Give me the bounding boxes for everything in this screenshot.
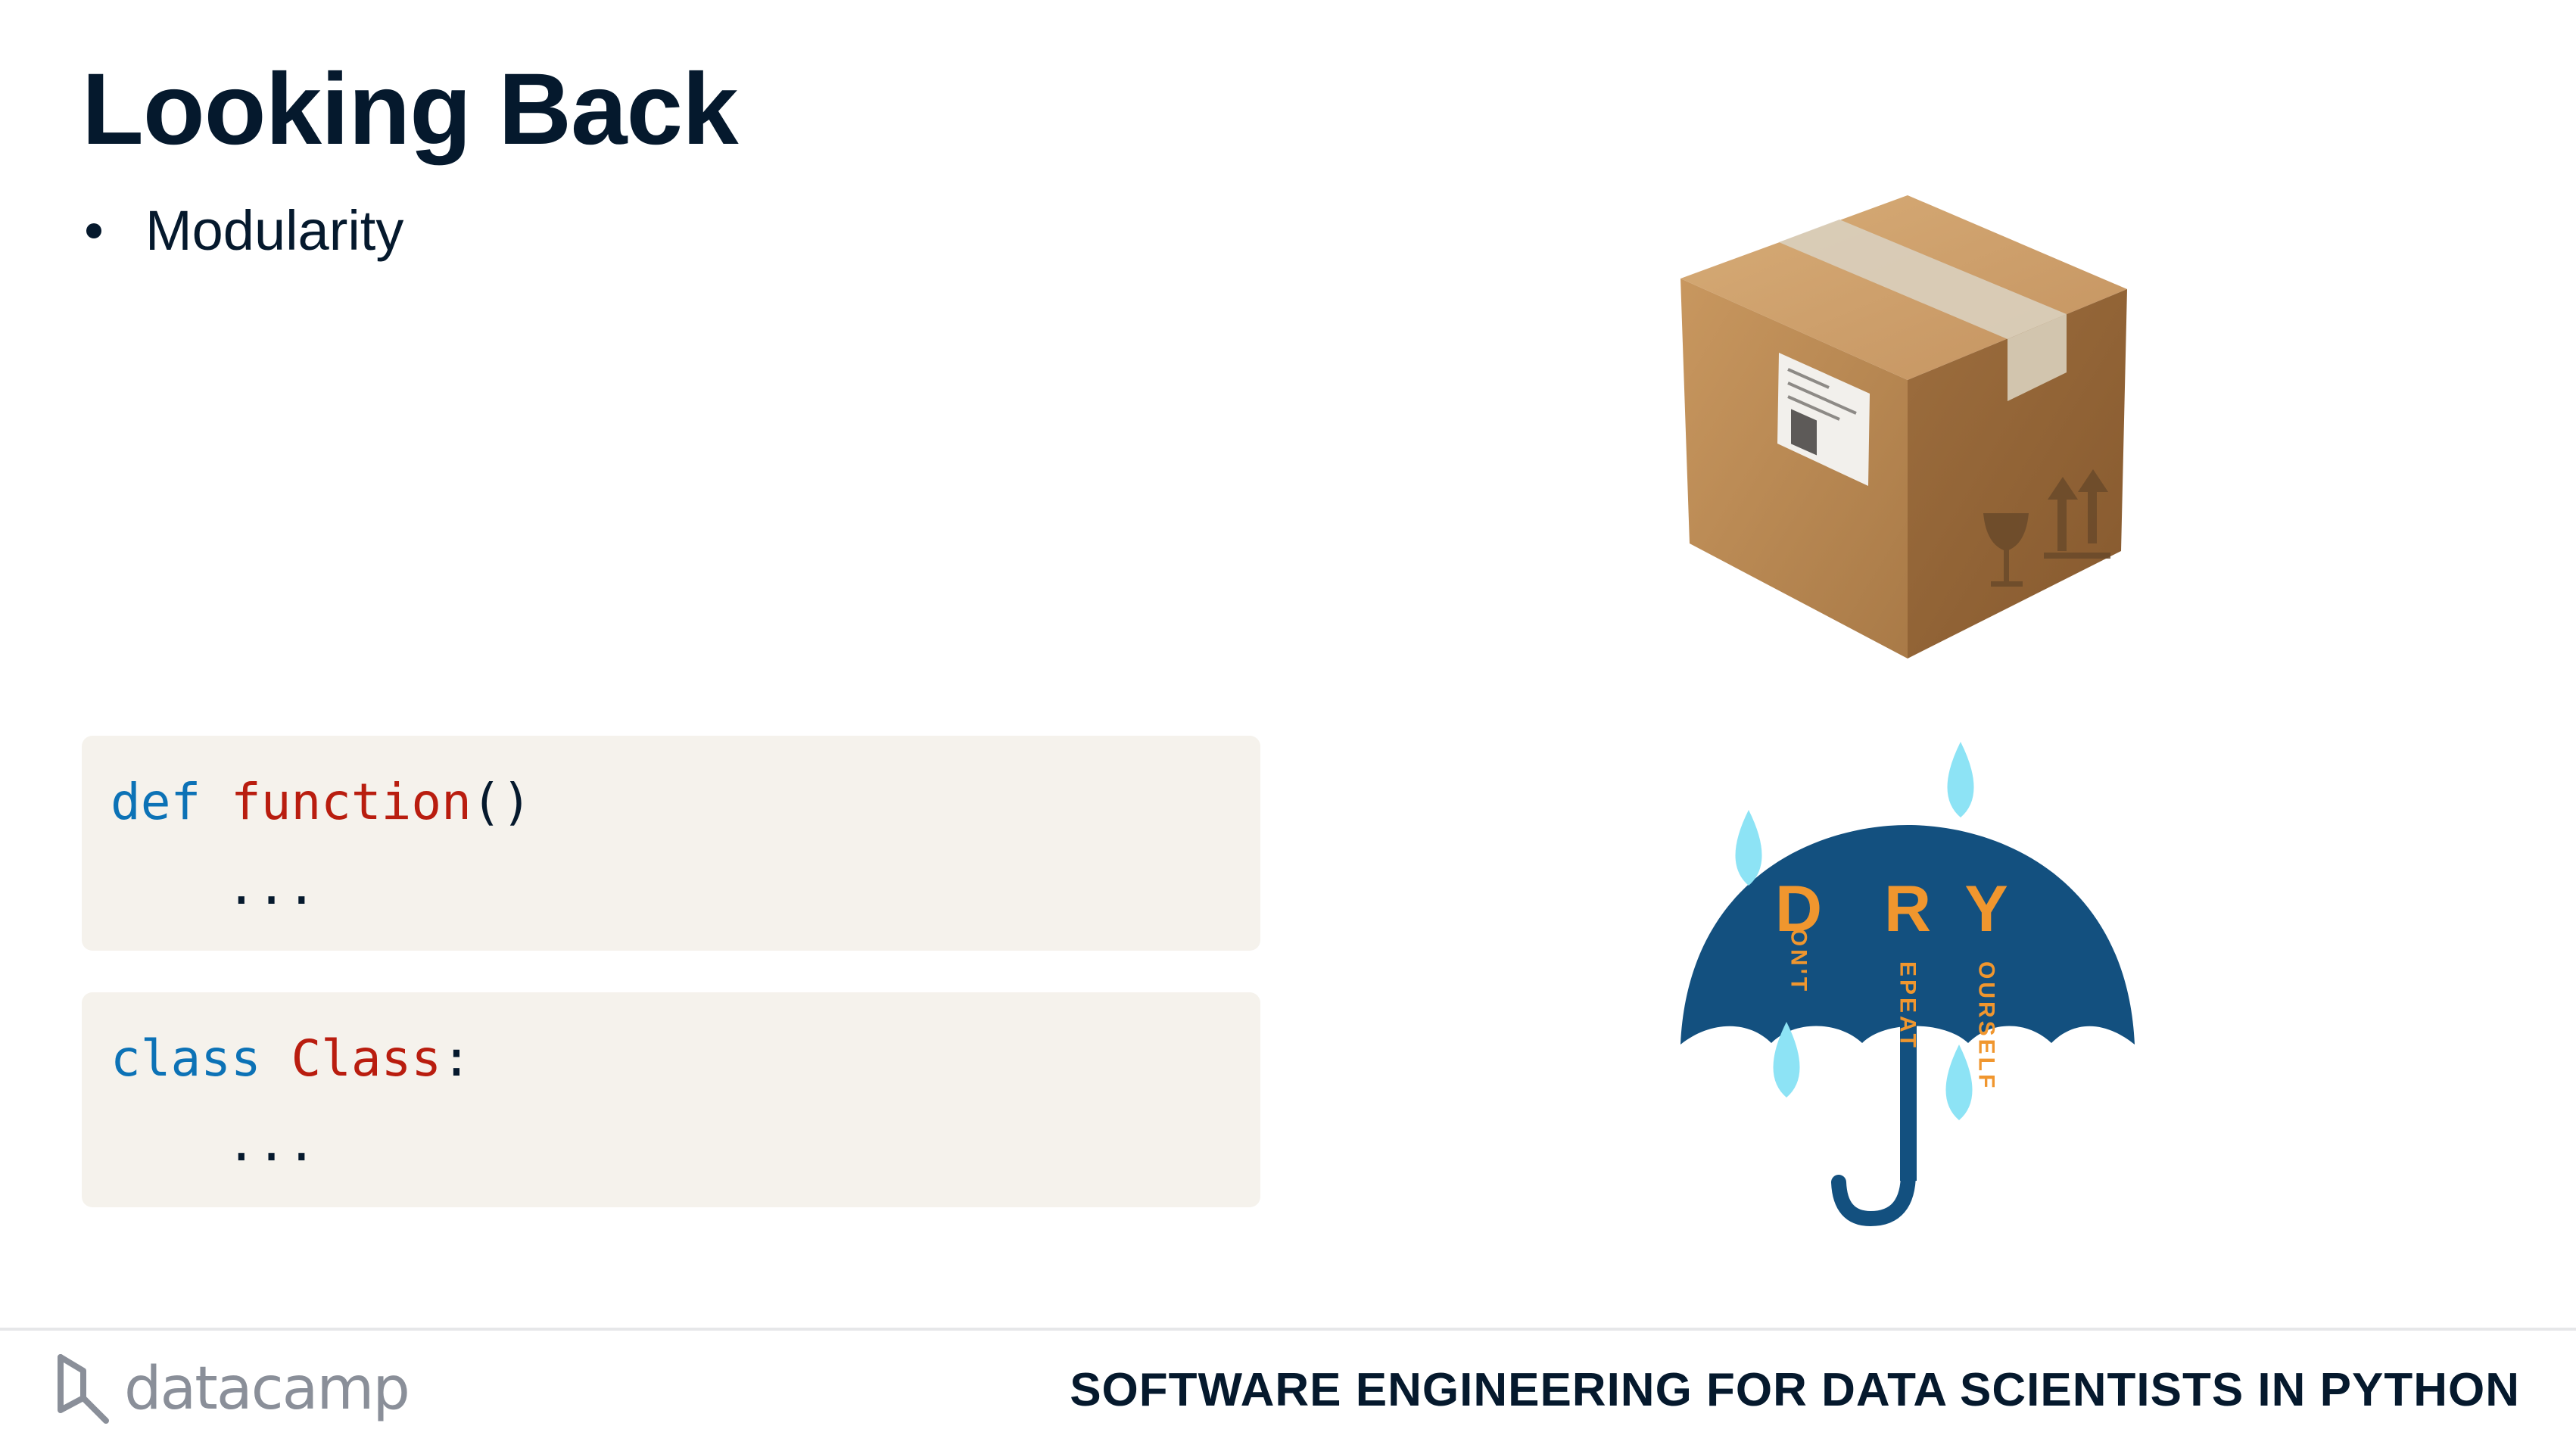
dry-word-repeat: EPEAT <box>1895 961 1920 1051</box>
code-line-body: ... <box>111 857 316 917</box>
dry-letter-y: Y <box>1964 873 2008 945</box>
dry-letter-r: R <box>1884 873 1931 945</box>
brand-name: datacamp <box>124 1355 410 1423</box>
code-function-name: function <box>230 773 472 831</box>
code-punctuation: () <box>471 773 532 831</box>
bullet-dot-icon <box>86 223 101 238</box>
code-keyword: def <box>111 773 201 831</box>
slide-title: Looking Back <box>82 53 739 166</box>
code-line-body: ... <box>111 1113 316 1174</box>
footer-divider <box>0 1328 2576 1331</box>
code-body: ... <box>226 1114 317 1172</box>
dry-word-dont: ON'T <box>1786 929 1811 994</box>
bullet-item: Modularity <box>82 193 403 269</box>
bullet-text: Modularity <box>145 199 404 262</box>
datacamp-logo-icon <box>58 1354 109 1424</box>
code-keyword: class <box>111 1029 261 1088</box>
dry-word-yourself: OURSELF <box>1974 961 1999 1091</box>
code-line-def: def function() <box>111 772 531 833</box>
code-punctuation: : <box>441 1029 472 1088</box>
code-class-name: Class <box>291 1029 442 1088</box>
code-block-function: def function() ... <box>82 736 1260 951</box>
datacamp-logo: datacamp <box>53 1347 410 1431</box>
code-line-class: class Class: <box>111 1029 472 1089</box>
course-title: SOFTWARE ENGINEERING FOR DATA SCIENTISTS… <box>1070 1364 2520 1416</box>
code-block-class: class Class: ... <box>82 992 1260 1207</box>
code-body: ... <box>226 858 317 916</box>
bullet-list: Modularity <box>82 193 403 269</box>
cardboard-box-icon <box>1680 195 2127 659</box>
umbrella-rain-icon: D R Y ON'T EPEAT OURSELF <box>1680 742 2135 1226</box>
